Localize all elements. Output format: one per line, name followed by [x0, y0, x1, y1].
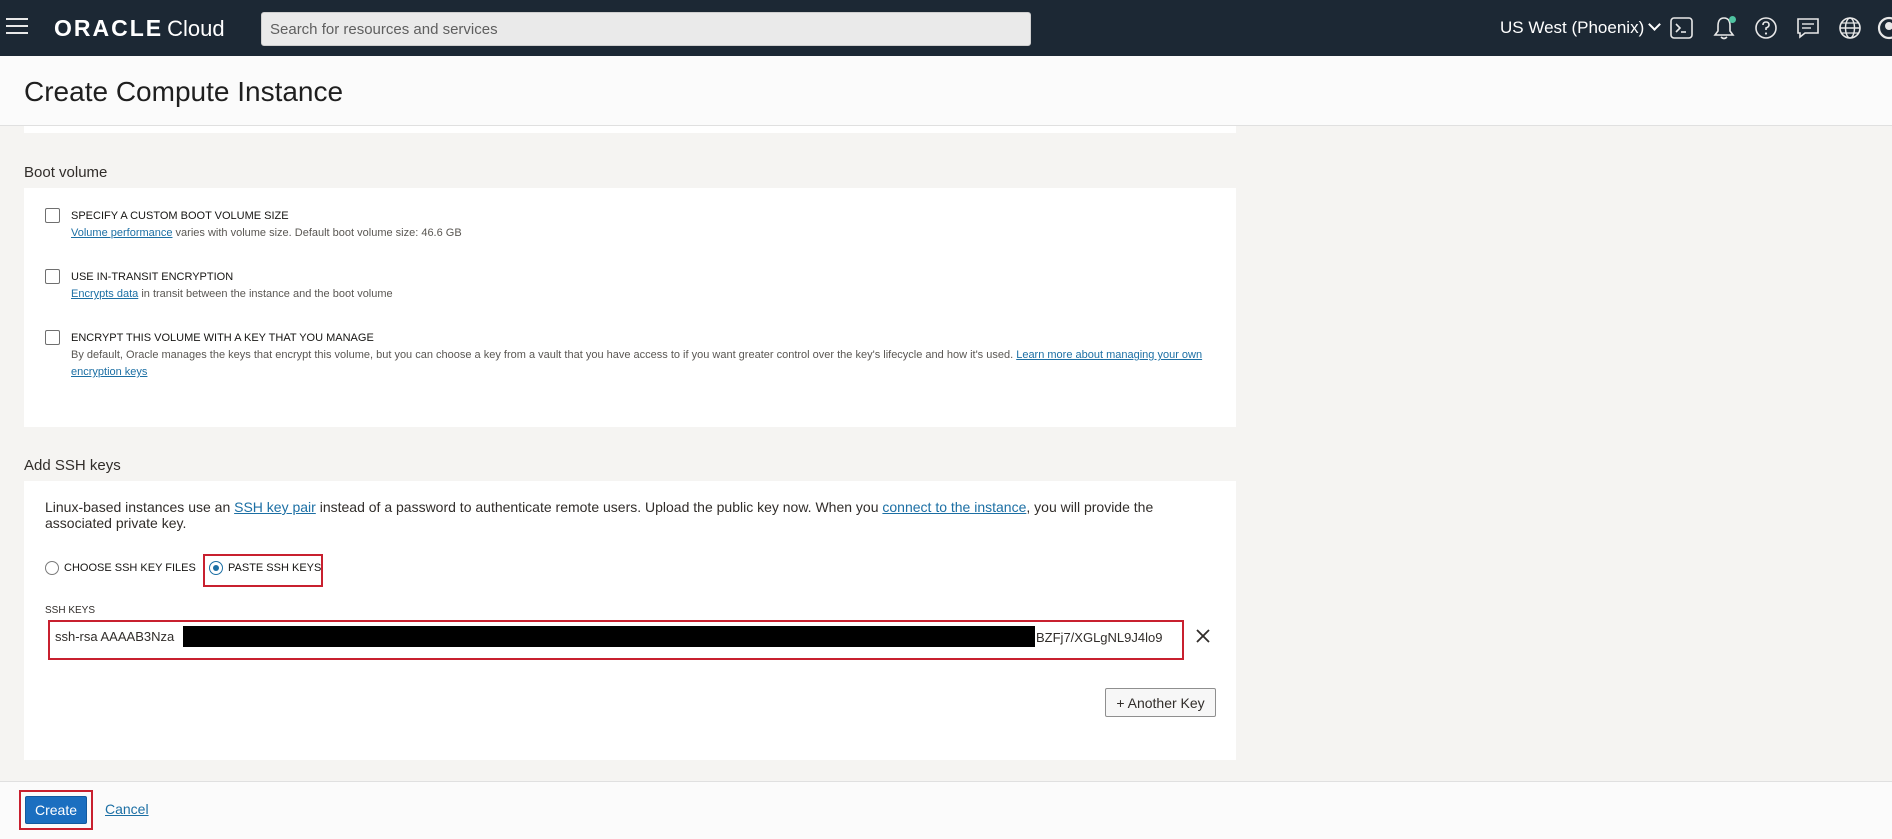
search-input[interactable] — [261, 12, 1031, 46]
paste-ssh-keys-option[interactable]: PASTE SSH KEYS — [209, 561, 321, 575]
ssh-keys-field-label: SSH KEYS — [45, 605, 96, 616]
customer-managed-key-label[interactable]: ENCRYPT THIS VOLUME WITH A KEY THAT YOU … — [71, 332, 1231, 344]
custom-boot-size-label[interactable]: SPECIFY A CUSTOM BOOT VOLUME SIZE — [71, 210, 1231, 222]
ssh-intro-part-1: Linux-based instances use an — [45, 499, 235, 515]
cloud-shell-icon[interactable] — [1669, 15, 1695, 41]
paste-ssh-keys-label: PASTE SSH KEYS — [228, 562, 322, 574]
choose-ssh-key-files-label: CHOOSE SSH KEY FILES — [64, 562, 196, 574]
customer-managed-key-checkbox[interactable] — [45, 330, 60, 345]
chevron-down-icon — [1648, 18, 1662, 31]
clear-key-icon[interactable] — [1194, 627, 1212, 645]
encrypts-data-link[interactable]: Encrypts data — [71, 288, 138, 300]
globe-icon[interactable] — [1837, 15, 1863, 41]
notification-dot — [1729, 16, 1736, 23]
connect-to-instance-link[interactable]: connect to the instance — [882, 499, 1026, 515]
in-transit-encryption-label[interactable]: USE IN-TRANSIT ENCRYPTION — [71, 271, 1231, 283]
custom-boot-size-desc-text: varies with volume size. Default boot vo… — [172, 227, 462, 239]
customer-managed-key-desc-text: By default, Oracle manages the keys that… — [71, 349, 1017, 361]
oracle-cloud-logo[interactable]: ORACLE Cloud — [54, 15, 225, 42]
boot-volume-card: SPECIFY A CUSTOM BOOT VOLUME SIZE Volume… — [24, 188, 1236, 427]
bell-icon[interactable] — [1711, 15, 1737, 41]
custom-boot-size-description: Volume performance varies with volume si… — [71, 225, 1231, 242]
create-button[interactable]: Create — [25, 796, 87, 824]
in-transit-encryption-description: Encrypts data in transit between the ins… — [71, 286, 1231, 303]
ssh-key-pair-link[interactable]: SSH key pair — [234, 499, 316, 515]
menu-icon[interactable] — [6, 18, 28, 36]
ssh-keys-title: Add SSH keys — [24, 457, 121, 474]
profile-icon[interactable] — [1876, 15, 1892, 41]
page-title: Create Compute Instance — [24, 76, 344, 107]
ssh-intro-part-2: instead of a password to authenticate re… — [315, 499, 883, 515]
ssh-intro-text: Linux-based instances use an SSH key pai… — [45, 499, 1205, 531]
boot-volume-title: Boot volume — [24, 164, 108, 181]
footer-bar: Create Cancel — [0, 781, 1892, 839]
paste-ssh-keys-radio[interactable] — [209, 561, 223, 575]
page-header: Create Compute Instance — [0, 56, 1892, 126]
in-transit-encryption-checkbox[interactable] — [45, 269, 60, 284]
customer-managed-key-description: By default, Oracle manages the keys that… — [71, 347, 1231, 381]
redacted-key-portion — [183, 626, 1035, 647]
brand-main: ORACLE — [54, 15, 164, 41]
ssh-key-tail: BZFj7/XGLgNL9J4lo9 — [1036, 630, 1163, 645]
choose-ssh-key-files-radio[interactable] — [45, 561, 59, 575]
another-key-button[interactable]: + Another Key — [1105, 688, 1216, 717]
help-icon[interactable] — [1753, 15, 1779, 41]
previous-section-card — [24, 126, 1236, 133]
in-transit-desc-text: in transit between the instance and the … — [138, 288, 393, 300]
choose-ssh-key-files-option[interactable]: CHOOSE SSH KEY FILES — [45, 561, 196, 575]
chat-icon[interactable] — [1795, 15, 1821, 41]
volume-performance-link[interactable]: Volume performance — [71, 227, 173, 239]
cancel-link[interactable]: Cancel — [105, 801, 149, 817]
region-label: US West (Phoenix) — [1500, 18, 1645, 37]
custom-boot-size-checkbox[interactable] — [45, 208, 60, 223]
top-nav-bar: ORACLECloud US West (Phoenix) — [0, 0, 1892, 56]
region-selector[interactable]: US West (Phoenix) — [1500, 18, 1662, 38]
ssh-keys-card: Linux-based instances use an SSH key pai… — [24, 481, 1236, 760]
brand-sub: Cloud — [167, 16, 225, 41]
